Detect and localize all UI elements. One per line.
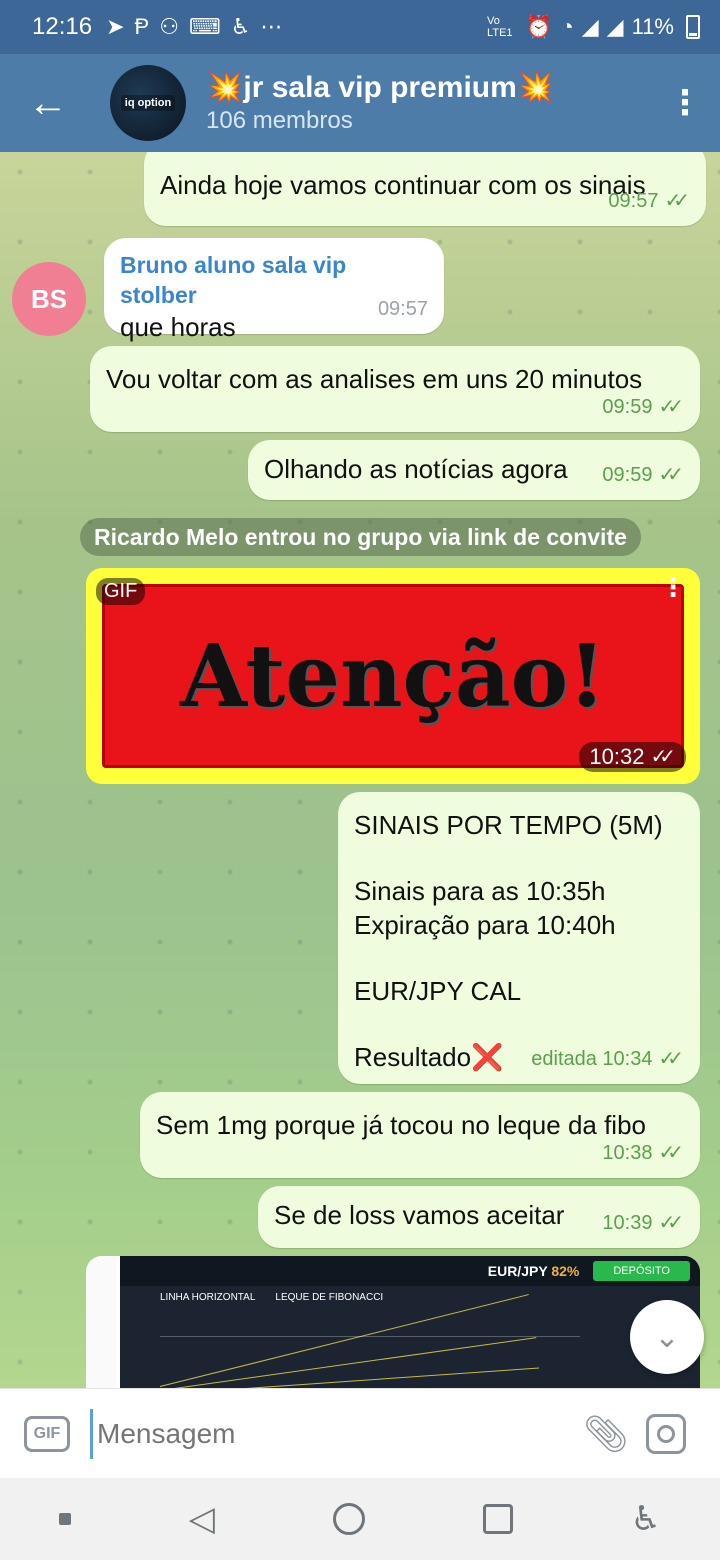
message-text: Vou voltar com as analises em uns 20 min… xyxy=(106,364,643,394)
message-time: 10:32 xyxy=(589,744,645,769)
member-count: 106 membros xyxy=(206,107,353,134)
battery-percent: 11% xyxy=(631,14,674,39)
message-time: 10:38 xyxy=(602,1142,653,1164)
screenshot-tools: LINHA HORIZONTAL LEQUE DE FIBONACCI xyxy=(120,1286,700,1309)
telegram-icon: ➤ xyxy=(106,14,125,39)
double-check-icon: ✓✓ xyxy=(658,464,683,486)
nav-back-button[interactable]: ◁ xyxy=(189,1499,215,1539)
signal-line-2: Sinais para as 10:35h xyxy=(354,876,606,906)
message-outgoing[interactable]: Sem 1mg porque já tocou no leque da fibo… xyxy=(140,1092,700,1178)
tool-label: LEQUE DE FIBONACCI xyxy=(275,1292,384,1303)
system-nav-bar: ◁ ♿︎ xyxy=(0,1478,720,1560)
message-meta: 10:32 ✓✓ xyxy=(579,742,686,772)
signal-line-1: SINAIS POR TEMPO (5M) xyxy=(354,810,663,840)
message-outgoing[interactable]: SINAIS POR TEMPO (5M) Sinais para as 10:… xyxy=(338,792,700,1084)
message-input[interactable] xyxy=(90,1408,576,1459)
more-notifications-icon: ⋯ xyxy=(260,14,283,39)
arrow-left-icon: ← xyxy=(28,80,68,125)
person-icon: ⚇ xyxy=(159,14,179,39)
avatar-logo: iq option xyxy=(120,95,176,111)
message-outgoing[interactable]: Ainda hoje vamos continuar com os sinais… xyxy=(144,152,706,226)
service-message: Ricardo Melo entrou no grupo via link de… xyxy=(80,518,641,556)
fib-line xyxy=(159,1367,540,1388)
message-time: 09:59 xyxy=(602,396,653,418)
message-meta: 09:59 ✓✓ xyxy=(602,390,684,424)
double-check-icon: ✓✓ xyxy=(664,190,689,212)
signal-line-3: Expiração para 10:40h xyxy=(354,910,616,940)
fib-line xyxy=(160,1336,580,1337)
message-time: editada 10:34 xyxy=(531,1048,653,1070)
accessibility-icon: ♿ xyxy=(230,14,251,39)
message-meta: 10:38 ✓✓ xyxy=(602,1136,684,1170)
nav-recents-button[interactable] xyxy=(482,1504,513,1534)
accessibility-icon[interactable]: ♿︎ xyxy=(631,1499,661,1539)
composer: GIF 📎︎ xyxy=(0,1388,720,1478)
vertical-dots-icon: ⋮ xyxy=(668,84,702,122)
message-incoming[interactable]: Bruno aluno sala vip stolber que horas 0… xyxy=(104,238,444,342)
message-time: 09:57 xyxy=(608,190,659,212)
gif-image: Atenção! xyxy=(102,584,684,768)
image-message[interactable]: EUR/JPY 82% DEPÓSITO LINHA HORIZONTAL LE… xyxy=(86,1256,700,1388)
message-time: 09:57 xyxy=(377,298,428,320)
app-icon: Ᵽ xyxy=(134,14,150,39)
double-check-icon: ✓✓ xyxy=(650,746,675,768)
chat-header: ← iq option 💥jr sala vip premium💥 106 me… xyxy=(0,54,720,152)
chat-title-block[interactable]: 💥jr sala vip premium💥 106 membros xyxy=(206,70,554,136)
paperclip-icon: 📎︎ xyxy=(583,1412,629,1454)
pair-label: EUR/JPY xyxy=(487,1263,548,1279)
scroll-down-button[interactable]: ⌄ xyxy=(630,1300,704,1374)
chat-icon: ⌨ xyxy=(188,14,221,39)
status-time: 12:16 xyxy=(32,13,93,40)
chevron-down-icon: ⌄ xyxy=(654,1320,680,1354)
alarm-icon: ⏰ xyxy=(525,14,553,39)
screenshot-topbar: EUR/JPY 82% DEPÓSITO xyxy=(120,1256,700,1286)
screenshot-deposit: DEPÓSITO xyxy=(593,1261,690,1281)
double-check-icon: ✓✓ xyxy=(658,396,683,418)
battery-icon xyxy=(686,15,700,39)
nav-menu-button[interactable] xyxy=(58,1513,71,1525)
message-time: 09:59 xyxy=(602,464,653,486)
message-meta: editada 10:34 ✓✓ xyxy=(531,1042,684,1076)
message-time: 10:39 xyxy=(602,1212,653,1234)
gif-badge: GIF xyxy=(96,578,146,605)
gif-button[interactable]: GIF xyxy=(24,1415,70,1452)
screenshot-chart xyxy=(159,1294,610,1388)
trading-screenshot: EUR/JPY 82% DEPÓSITO LINHA HORIZONTAL LE… xyxy=(120,1256,700,1388)
nav-home-button[interactable] xyxy=(332,1503,365,1535)
gif-message[interactable]: Atenção! GIF ⋮ 10:32 ✓✓ xyxy=(86,568,700,784)
tool-label: LINHA HORIZONTAL xyxy=(160,1292,256,1303)
notification-icons: ➤ Ᵽ ⚇ ⌨ ♿ ⋯ xyxy=(106,14,282,40)
status-right: Vo LTE1 ⏰ ◔ ◢ ◢ 11% xyxy=(487,14,700,40)
double-check-icon: ✓✓ xyxy=(658,1212,683,1234)
signal-icon: ◢ xyxy=(581,14,599,39)
back-button[interactable]: ← xyxy=(0,54,96,152)
gif-caption-art: Atenção! xyxy=(180,625,606,727)
double-check-icon: ✓✓ xyxy=(658,1048,683,1070)
signal-line-4: EUR/JPY CAL xyxy=(354,976,522,1006)
chat-area[interactable]: Ainda hoje vamos continuar com os sinais… xyxy=(0,152,720,1388)
message-meta: 09:59 ✓✓ xyxy=(602,458,684,492)
message-meta: 09:57 xyxy=(378,292,428,326)
camera-button[interactable] xyxy=(636,1404,696,1464)
message-meta: 09:57 ✓✓ xyxy=(608,184,690,218)
volte-label: Vo LTE1 xyxy=(487,15,513,39)
group-avatar[interactable]: iq option xyxy=(110,65,186,141)
status-bar: 12:16 ➤ Ᵽ ⚇ ⌨ ♿ ⋯ Vo LTE1 ⏰ ◔ ◢ ◢ 11% xyxy=(0,0,720,54)
message-meta: 10:39 ✓✓ xyxy=(602,1206,684,1240)
screenshot-sidebar xyxy=(86,1256,116,1388)
message-outgoing[interactable]: Olhando as notícias agora 09:59 ✓✓ xyxy=(248,440,700,500)
chat-title: 💥jr sala vip premium💥 xyxy=(206,71,555,104)
screenshot-pair: EUR/JPY 82% xyxy=(488,1263,580,1279)
pair-percent: 82% xyxy=(551,1263,580,1279)
signal-icon-2: ◢ xyxy=(606,14,624,39)
camera-icon xyxy=(646,1413,686,1454)
vertical-dots-icon[interactable]: ⋮ xyxy=(660,574,686,600)
wifi-icon: ◔ xyxy=(560,14,574,39)
message-outgoing[interactable]: Vou voltar com as analises em uns 20 min… xyxy=(90,346,700,432)
avatar[interactable]: BS xyxy=(12,262,86,336)
double-check-icon: ✓✓ xyxy=(658,1142,683,1164)
attach-button[interactable]: 📎︎ xyxy=(576,1404,636,1464)
message-outgoing[interactable]: Se de loss vamos aceitar 10:39 ✓✓ xyxy=(258,1186,700,1248)
more-options-button[interactable]: ⋮ xyxy=(650,54,720,152)
